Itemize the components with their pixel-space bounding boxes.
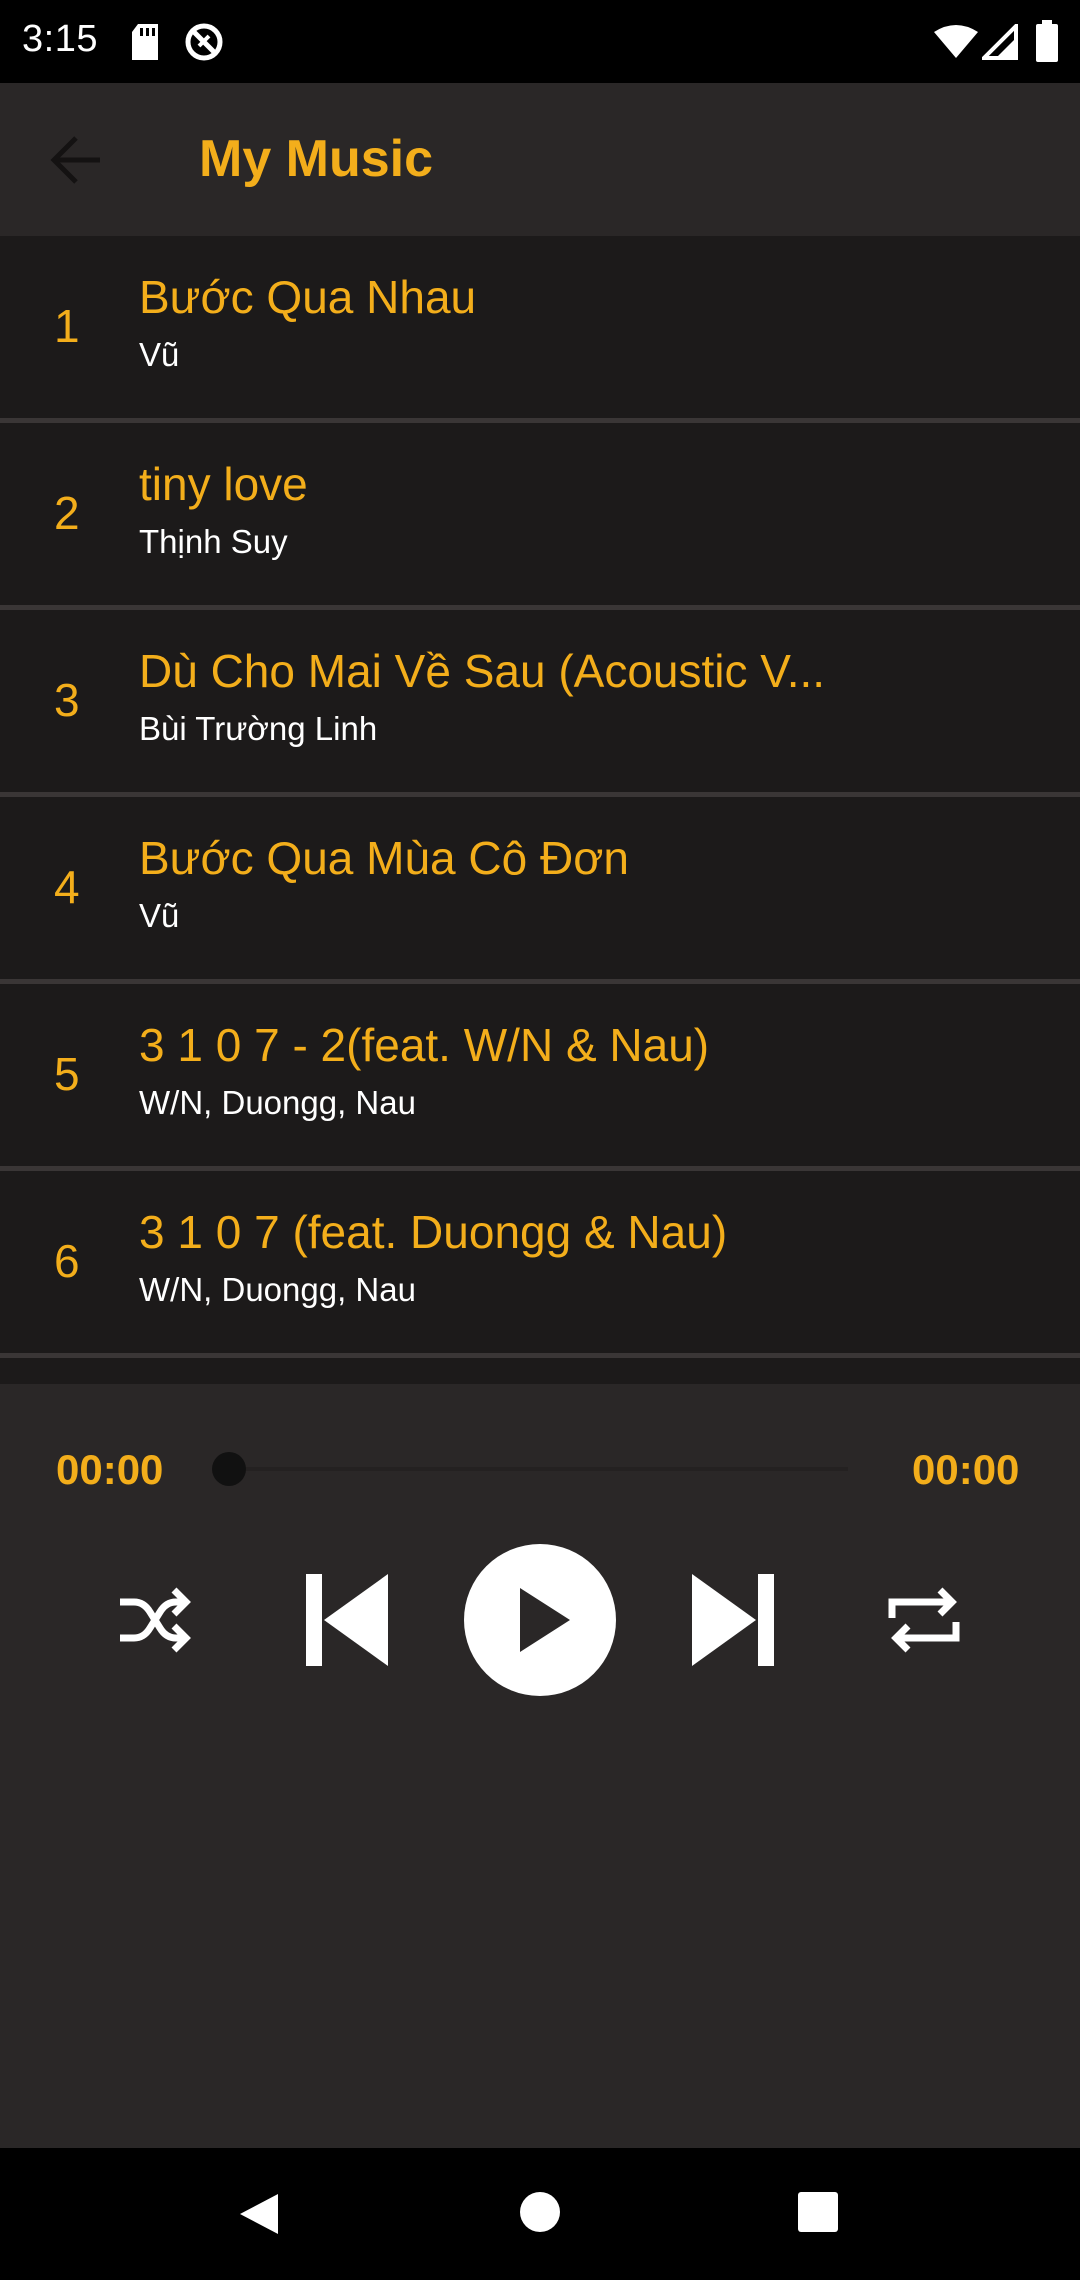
song-title: Dù Cho Mai Về Sau (Acoustic V... <box>139 645 826 697</box>
song-number: 6 <box>54 1235 80 1287</box>
skip-next-button[interactable] <box>690 1570 778 1670</box>
app-bar: My Music <box>0 83 1080 236</box>
seek-bar[interactable] <box>228 1467 848 1471</box>
nav-recents-icon[interactable] <box>798 2192 838 2232</box>
screen: 3:15 My Music 1 Bước Qua Nhau Vũ 2 tiny … <box>0 0 1080 2280</box>
song-title: Bước Qua Nhau <box>139 271 477 323</box>
song-number: 5 <box>54 1048 80 1100</box>
signal-icon <box>982 24 1018 60</box>
nav-home-icon[interactable] <box>518 2190 562 2234</box>
song-row-4[interactable]: 4 Bước Qua Mùa Cô Đơn Vũ <box>0 797 1080 979</box>
battery-icon <box>1036 20 1058 62</box>
song-list[interactable]: 1 Bước Qua Nhau Vũ 2 tiny love Thịnh Suy… <box>0 236 1080 1384</box>
elapsed-time: 00:00 <box>56 1446 164 1493</box>
shuffle-icon <box>120 1587 191 1653</box>
song-row-1[interactable]: 1 Bước Qua Nhau Vũ <box>0 236 1080 418</box>
song-row-6[interactable]: 6 3 1 0 7 (feat. Duongg & Nau) W/N, Duon… <box>0 1171 1080 1353</box>
nav-back-icon[interactable] <box>234 2190 282 2238</box>
song-artist: Vũ <box>139 897 180 934</box>
status-time: 3:15 <box>22 18 98 60</box>
play-icon <box>520 1588 570 1652</box>
sd-card-icon <box>132 24 158 60</box>
song-row-3[interactable]: 3 Dù Cho Mai Về Sau (Acoustic V... Bùi T… <box>0 610 1080 792</box>
song-number: 3 <box>54 674 80 726</box>
song-title: tiny love <box>139 458 308 510</box>
song-title: Bước Qua Mùa Cô Đơn <box>139 832 629 884</box>
back-button[interactable] <box>40 123 114 197</box>
song-number: 1 <box>54 300 80 352</box>
song-row-5[interactable]: 5 3 1 0 7 - 2(feat. W/N & Nau) W/N, Duon… <box>0 984 1080 1166</box>
no-disturb-icon <box>185 23 223 61</box>
total-time: 00:00 <box>912 1446 1020 1493</box>
song-artist: Thịnh Suy <box>139 523 288 560</box>
song-title: 3 1 0 7 - 2(feat. W/N & Nau) <box>139 1019 710 1071</box>
page-title: My Music <box>199 130 434 188</box>
song-artist: W/N, Duongg, Nau <box>139 1271 416 1308</box>
song-row-partial <box>0 1358 1080 1384</box>
song-artist: Vũ <box>139 336 180 373</box>
status-bar: 3:15 <box>0 0 1080 83</box>
song-title: 3 1 0 7 (feat. Duongg & Nau) <box>139 1206 728 1258</box>
nav-bar <box>0 2148 1080 2280</box>
wifi-icon <box>934 25 978 58</box>
skip-previous-icon <box>306 1574 388 1666</box>
arrow-back-icon <box>50 136 100 184</box>
skip-previous-button[interactable] <box>302 1570 390 1670</box>
song-number: 4 <box>54 861 80 913</box>
play-button[interactable] <box>464 1544 616 1696</box>
song-row-2[interactable]: 2 tiny love Thịnh Suy <box>0 423 1080 605</box>
player-panel: 00:00 00:00 <box>0 1384 1080 2148</box>
shuffle-button[interactable] <box>114 1580 194 1660</box>
repeat-icon <box>888 1587 960 1653</box>
song-number: 2 <box>54 487 80 539</box>
repeat-button[interactable] <box>884 1580 964 1660</box>
skip-next-icon <box>692 1574 774 1666</box>
song-artist: Bùi Trường Linh <box>139 710 378 747</box>
seek-thumb[interactable] <box>212 1452 246 1486</box>
song-artist: W/N, Duongg, Nau <box>139 1084 416 1121</box>
